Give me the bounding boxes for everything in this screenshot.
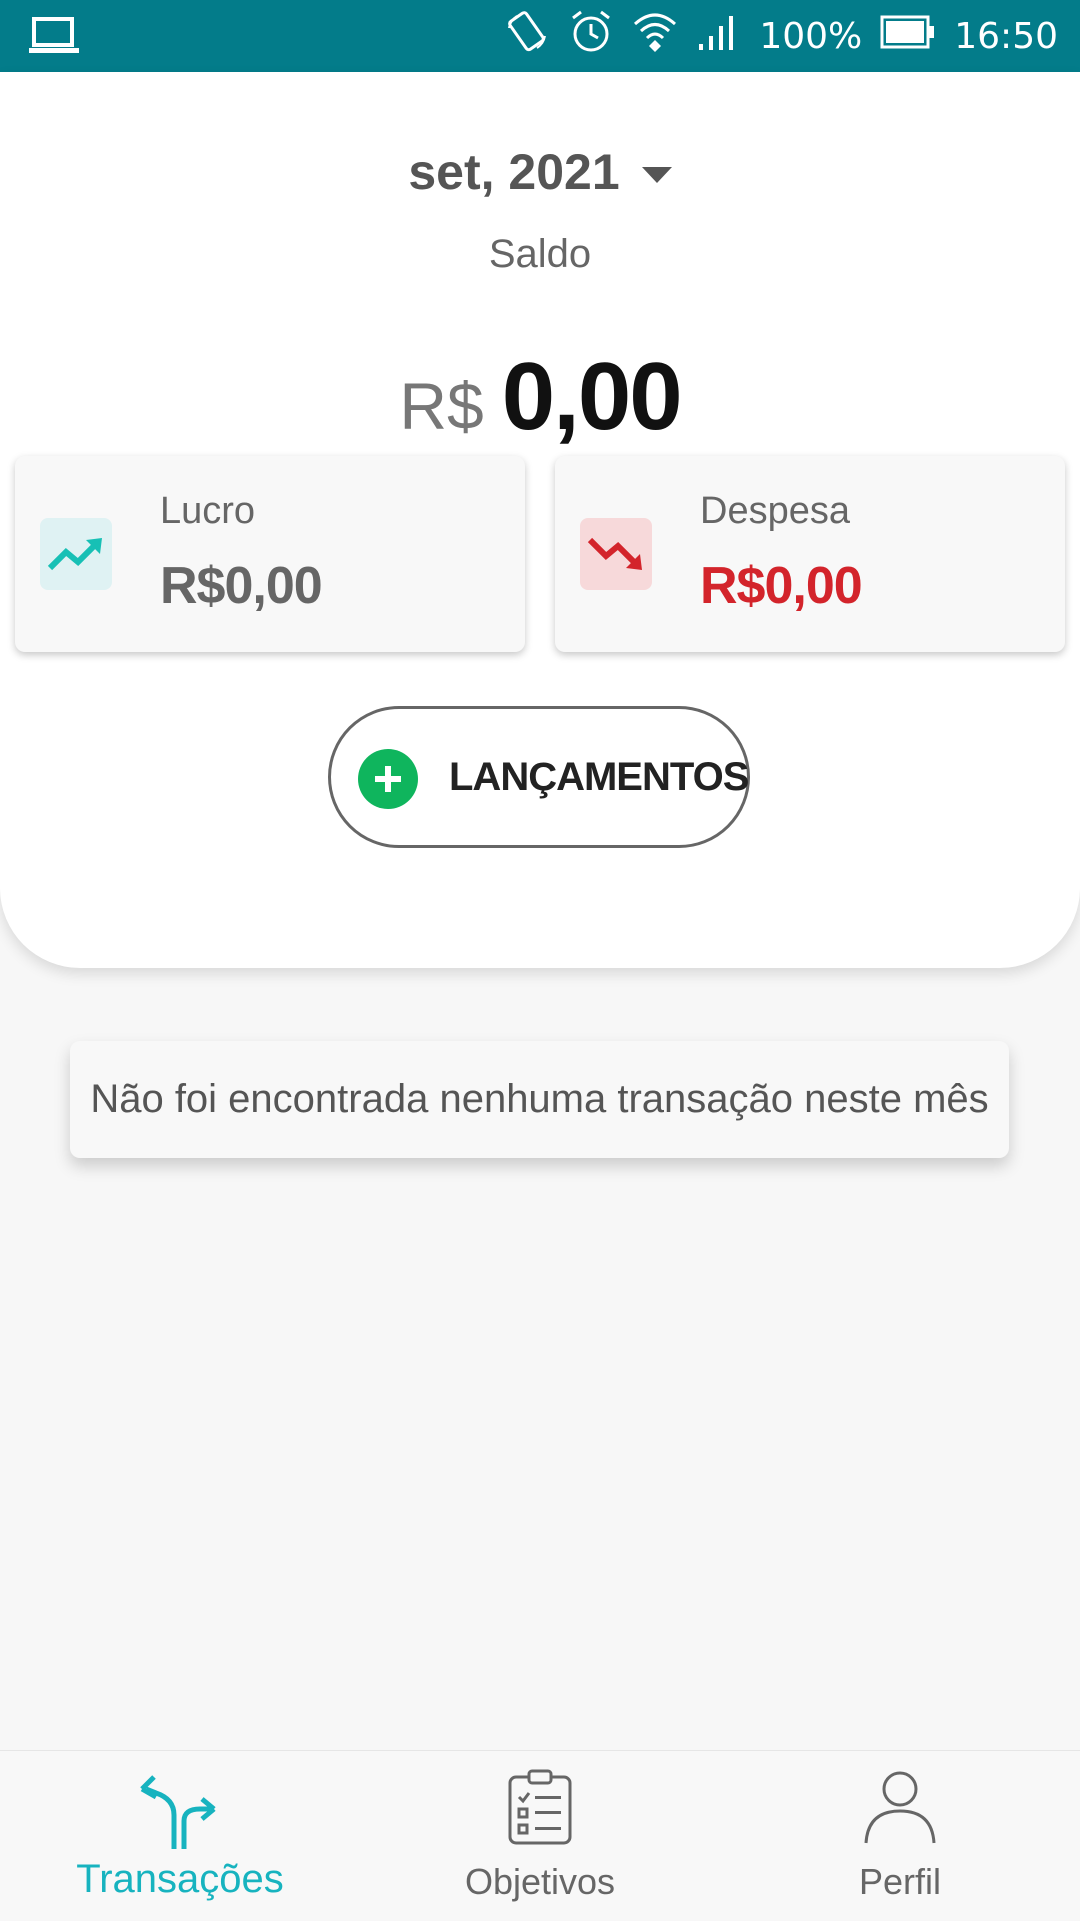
- clock: 16:50: [954, 15, 1058, 57]
- empty-transactions-message: Não foi encontrada nenhuma transação nes…: [70, 1041, 1009, 1158]
- balance-value: 0,00: [501, 343, 683, 450]
- expense-card[interactable]: Despesa R$0,00: [555, 456, 1065, 652]
- nav-item-transactions[interactable]: Transações: [40, 1751, 320, 1921]
- expense-label: Despesa: [700, 490, 850, 532]
- plus-icon: [358, 749, 418, 809]
- signal-icon: [697, 10, 741, 63]
- add-transactions-button[interactable]: LANÇAMENTOS: [328, 706, 750, 848]
- nav-item-profile[interactable]: Perfil: [760, 1751, 1040, 1921]
- clipboard-icon: [507, 1769, 573, 1850]
- nav-label-profile: Perfil: [858, 1861, 942, 1902]
- balance-label: Saldo: [488, 232, 592, 276]
- currency-symbol: R$: [399, 369, 484, 443]
- nav-label-transactions: Transações: [76, 1857, 284, 1901]
- alarm-icon: [569, 8, 613, 65]
- add-transactions-label: LANÇAMENTOS: [449, 755, 749, 799]
- profit-label: Lucro: [160, 490, 256, 532]
- battery-icon: [880, 14, 936, 59]
- profit-card[interactable]: Lucro R$0,00: [15, 456, 525, 652]
- bottom-navigation: Transações Objetivos Perfil: [0, 1750, 1080, 1920]
- transactions-icon: [140, 1769, 220, 1858]
- trending-up-icon: [40, 518, 112, 590]
- expense-amount: R$0,00: [700, 557, 863, 615]
- user-icon: [863, 1769, 937, 1850]
- wifi-icon: [631, 8, 679, 65]
- chevron-down-icon: [641, 167, 672, 183]
- month-label: set, 2021: [408, 144, 620, 200]
- profit-amount: R$0,00: [160, 557, 323, 615]
- trending-down-icon: [580, 518, 652, 590]
- month-selector[interactable]: set, 2021: [0, 132, 1080, 212]
- nav-item-goals[interactable]: Objetivos: [400, 1751, 680, 1921]
- nav-label-goals: Objetivos: [464, 1861, 616, 1902]
- laptop-icon: [28, 16, 80, 61]
- status-bar: 100% 16:50: [0, 0, 1080, 72]
- battery-percent: 100%: [759, 15, 863, 57]
- balance-amount: R$ 0,00: [0, 342, 1080, 462]
- rotate-icon: [503, 8, 551, 65]
